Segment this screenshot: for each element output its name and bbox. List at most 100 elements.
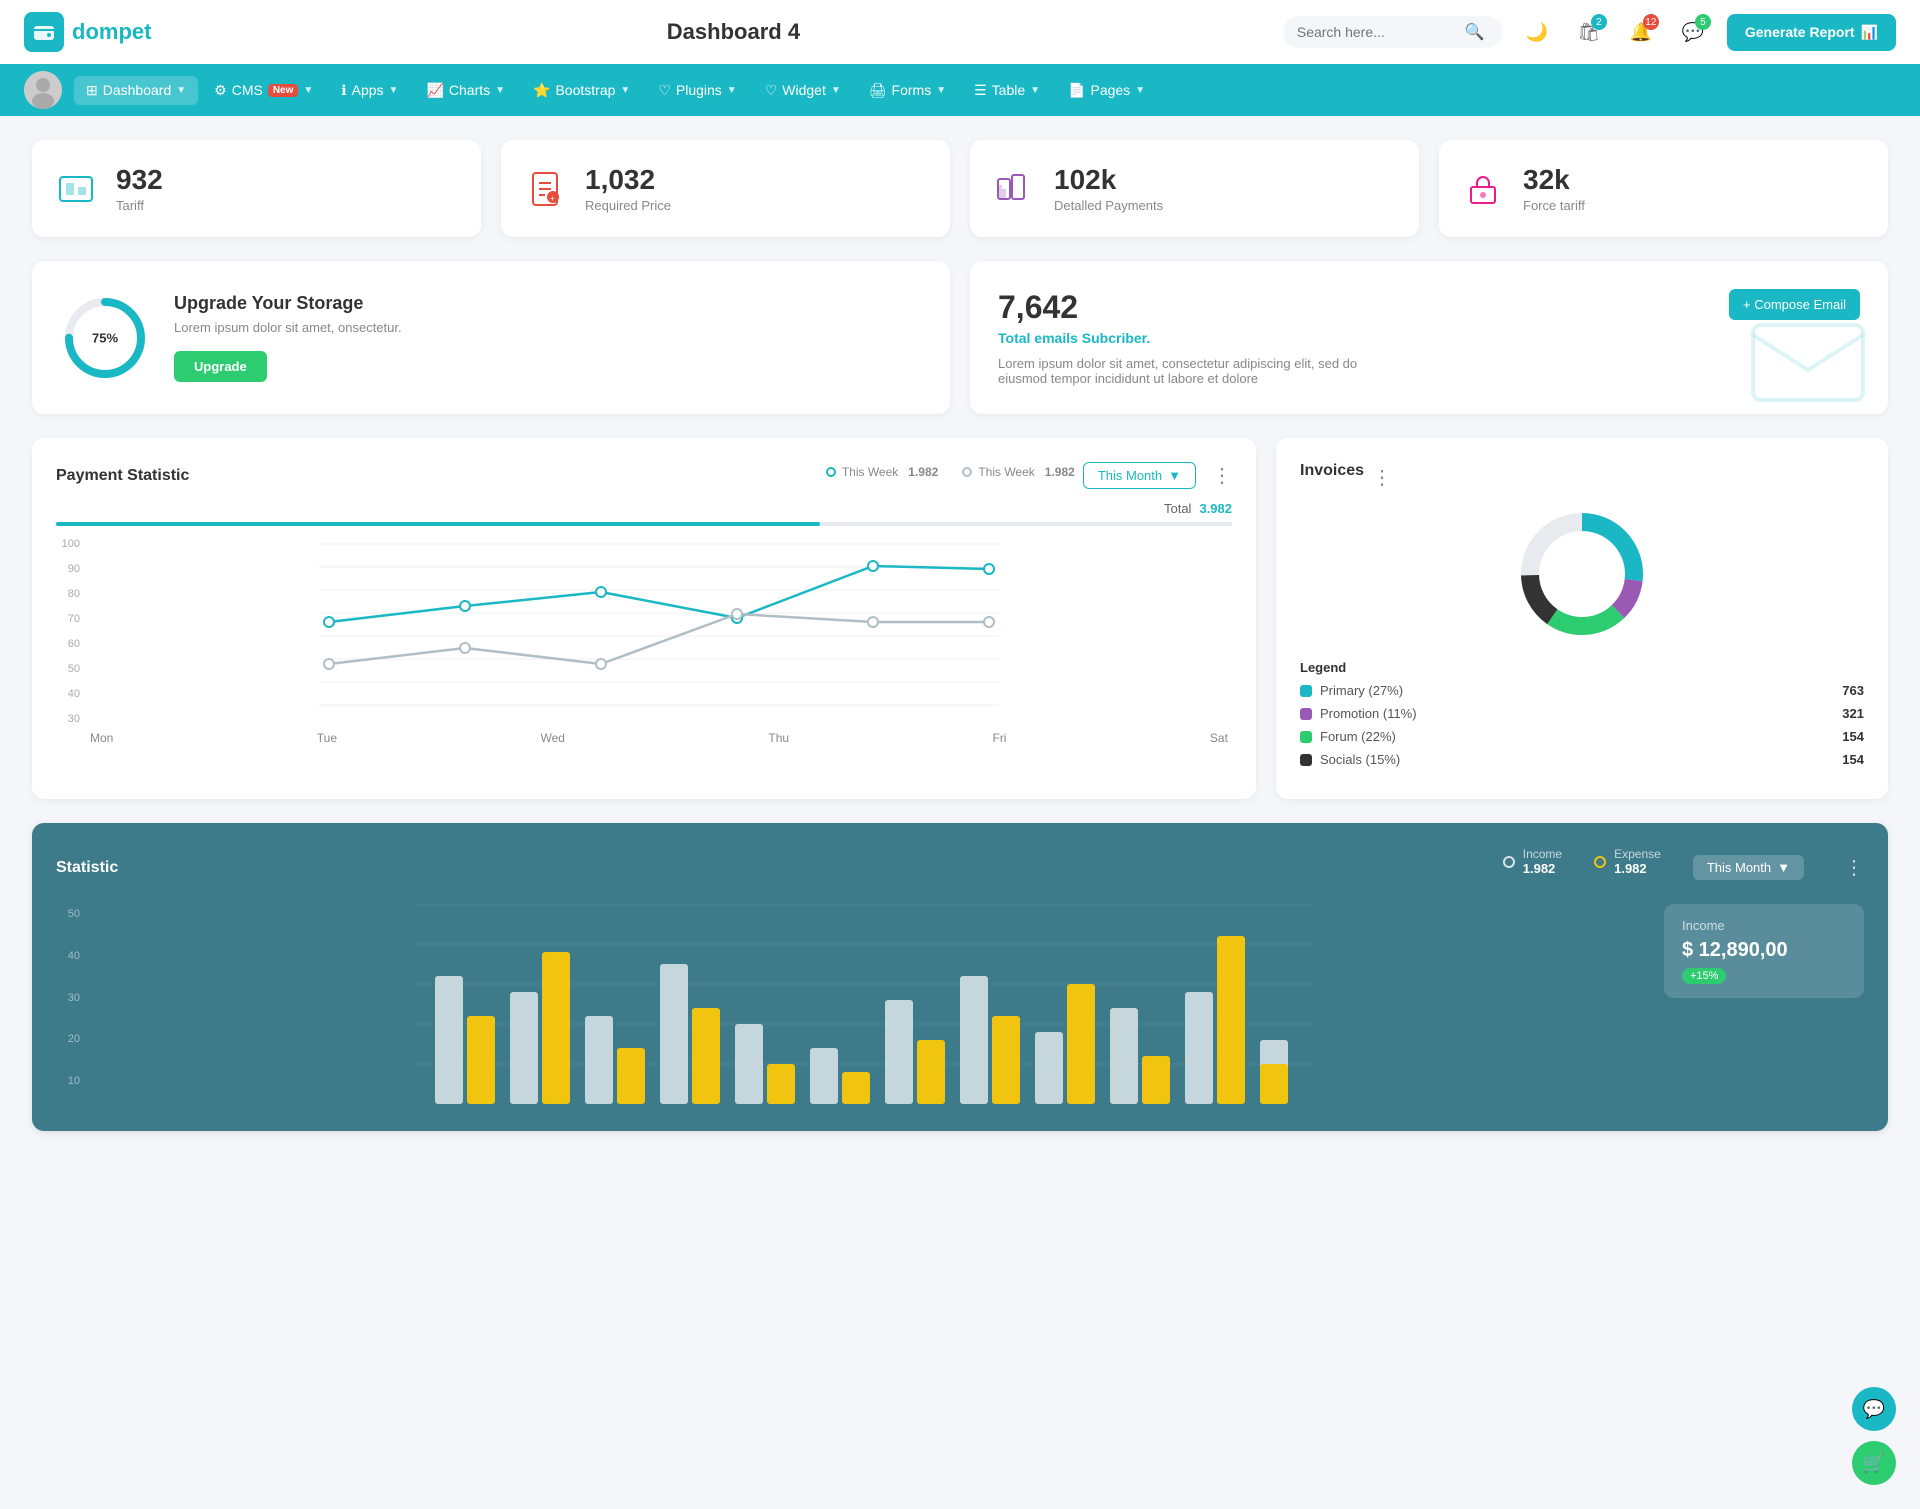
required-price-value: 1,032 (585, 164, 671, 196)
widget-icon: ♡ (765, 82, 778, 99)
stat-card-force-tariff: 32k Force tariff (1439, 140, 1888, 237)
stat-cards-grid: 932 Tariff + 1,032 Required Price 102k D… (32, 140, 1888, 237)
search-area[interactable]: 🔍 (1283, 16, 1503, 48)
chat-badge: 5 (1695, 14, 1711, 30)
storage-card: 75% Upgrade Your Storage Lorem ipsum dol… (32, 261, 950, 414)
moon-icon: 🌙 (1526, 22, 1548, 43)
chevron-down-icon-pages: ▼ (1135, 85, 1145, 96)
income-change-badge: +15% (1682, 968, 1726, 984)
cms-icon: ⚙ (214, 82, 227, 99)
detailed-payments-value: 102k (1054, 164, 1163, 196)
invoices-donut (1300, 504, 1864, 644)
forum-color (1300, 731, 1312, 743)
forum-label: Forum (22%) (1320, 729, 1842, 744)
plugins-label: Plugins (676, 82, 722, 98)
tariff-label: Tariff (116, 198, 163, 213)
this-month-button[interactable]: This Month ▼ (1083, 462, 1196, 489)
sidebar-item-table[interactable]: ☰ Table ▼ (962, 76, 1052, 105)
income-info-box: Income $ 12,890,00 +15% (1664, 904, 1864, 998)
bell-button[interactable]: 🔔 12 (1623, 14, 1659, 50)
bar-chart-main (86, 904, 1644, 1107)
socials-label: Socials (15%) (1320, 752, 1842, 767)
bar-y-axis: 50 40 30 20 10 (56, 904, 86, 1107)
statistic-month-button[interactable]: This Month ▼ (1693, 855, 1804, 880)
storage-description: Lorem ipsum dolor sit amet, onsectetur. (174, 320, 402, 335)
upgrade-button[interactable]: Upgrade (174, 351, 267, 382)
header: dompet Dashboard 4 🔍 🌙 🛍 2 🔔 12 💬 5 Gene… (0, 0, 1920, 64)
payment-title: Payment Statistic (56, 467, 826, 485)
email-subtitle: Total emails Subcriber. (998, 330, 1860, 346)
legend-forum: Forum (22%) 154 (1300, 729, 1864, 744)
socials-color (1300, 754, 1312, 766)
chevron-down-icon-month: ▼ (1168, 468, 1181, 483)
expense-item: Expense 1.982 (1594, 847, 1661, 876)
chevron-down-icon-statistic: ▼ (1777, 860, 1790, 875)
primary-value: 763 (1842, 683, 1864, 698)
sidebar-item-widget[interactable]: ♡ Widget ▼ (753, 76, 853, 105)
sidebar-item-pages[interactable]: 📄 Pages ▼ (1056, 76, 1157, 105)
forum-value: 154 (1842, 729, 1864, 744)
sidebar-item-apps[interactable]: ℹ Apps ▼ (329, 76, 410, 105)
sidebar-item-plugins[interactable]: ♡ Plugins ▼ (646, 76, 748, 105)
expense-label: Expense (1614, 847, 1661, 861)
sidebar-item-charts[interactable]: 📈 Charts ▼ (414, 76, 517, 105)
invoices-card: Invoices ⋮ Legend (1276, 438, 1888, 799)
stat-card-required-price: + 1,032 Required Price (501, 140, 950, 237)
force-tariff-icon (1459, 165, 1507, 213)
forms-icon: 🖨 (869, 82, 887, 99)
income-box-area: Income $ 12,890,00 +15% (1664, 904, 1864, 1107)
total-value: 3.982 (1199, 501, 1232, 516)
legend-title: Legend (1300, 660, 1864, 675)
progress-bar (56, 522, 1232, 526)
legend-label-1: This Week (978, 465, 1034, 479)
pages-label: Pages (1090, 82, 1130, 98)
statistic-card: Statistic Income 1.982 Expense (32, 823, 1888, 1131)
search-input[interactable] (1297, 24, 1457, 40)
expense-dot (1594, 856, 1606, 868)
line-chart-svg (86, 534, 1232, 724)
stat-card-tariff: 932 Tariff (32, 140, 481, 237)
mid-section: 75% Upgrade Your Storage Lorem ipsum dol… (32, 261, 1888, 414)
bar-chart-svg (86, 904, 1644, 1104)
invoices-title: Invoices (1300, 462, 1364, 480)
force-tariff-value: 32k (1523, 164, 1585, 196)
bar-chart-area: 50 40 30 20 10 (56, 904, 1644, 1107)
income-box-amount: $ 12,890,00 (1682, 939, 1846, 962)
navbar: ⊞ Dashboard ▼ ⚙ CMS New ▼ ℹ Apps ▼ 📈 Cha… (0, 64, 1920, 116)
more-options-button[interactable]: ⋮ (1212, 463, 1232, 488)
chevron-down-icon-charts: ▼ (495, 85, 505, 96)
generate-report-button[interactable]: Generate Report 📊 (1727, 14, 1896, 51)
bootstrap-label: Bootstrap (555, 82, 615, 98)
bell-badge: 12 (1643, 14, 1659, 30)
email-icon (1748, 315, 1868, 414)
dashboard-icon: ⊞ (86, 82, 98, 99)
header-icons: 🌙 🛍 2 🔔 12 💬 5 (1519, 14, 1711, 50)
sidebar-item-bootstrap[interactable]: ⭐ Bootstrap ▼ (521, 76, 642, 105)
chevron-down-icon-widget: ▼ (831, 85, 841, 96)
legend-value-0: 1.982 (908, 465, 938, 479)
tariff-value: 932 (116, 164, 163, 196)
page-title: Dashboard 4 (200, 19, 1267, 45)
detailed-payments-label: Detalled Payments (1054, 198, 1163, 213)
apps-icon: ℹ (341, 82, 346, 99)
sidebar-item-dashboard[interactable]: ⊞ Dashboard ▼ (74, 76, 198, 105)
promotion-label: Promotion (11%) (1320, 706, 1842, 721)
tariff-icon (52, 165, 100, 213)
this-month-label: This Month (1098, 468, 1162, 483)
payment-header: Payment Statistic This Week 1.982 This W… (56, 462, 1232, 489)
income-label: Income (1523, 847, 1562, 861)
sidebar-item-forms[interactable]: 🖨 Forms ▼ (857, 76, 958, 105)
table-label: Table (992, 82, 1025, 98)
cart-fab[interactable]: 🛒 (1852, 1441, 1896, 1485)
statistic-header: Statistic Income 1.982 Expense (56, 847, 1864, 888)
chevron-down-icon-forms: ▼ (936, 85, 946, 96)
widget-label: Widget (782, 82, 826, 98)
svg-text:+: + (550, 194, 555, 203)
statistic-more-button[interactable]: ⋮ (1844, 855, 1864, 880)
cart-button[interactable]: 🛍 2 (1571, 14, 1607, 50)
invoices-more-button[interactable]: ⋮ (1372, 465, 1392, 490)
chat-button[interactable]: 💬 5 (1675, 14, 1711, 50)
sidebar-item-cms[interactable]: ⚙ CMS New ▼ (202, 76, 325, 105)
moon-button[interactable]: 🌙 (1519, 14, 1555, 50)
support-fab[interactable]: 💬 (1852, 1387, 1896, 1431)
